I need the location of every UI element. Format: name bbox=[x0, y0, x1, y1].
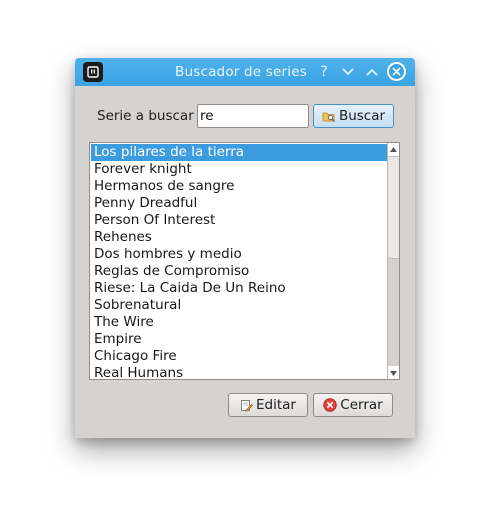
cancel-icon bbox=[323, 398, 337, 412]
list-item[interactable]: Person Of Interest bbox=[91, 212, 388, 229]
list-item[interactable]: Sobrenatural bbox=[91, 297, 388, 314]
list-item[interactable]: Hermanos de sangre bbox=[91, 178, 388, 195]
scroll-track[interactable] bbox=[388, 259, 399, 366]
scroll-up-icon[interactable] bbox=[388, 143, 399, 155]
list-item[interactable]: Real Humans bbox=[91, 365, 388, 379]
edit-button-label: Editar bbox=[256, 397, 296, 413]
list-item[interactable]: Dos hombres y medio bbox=[91, 246, 388, 263]
window-title: Buscador de series bbox=[175, 64, 307, 80]
search-button[interactable]: Buscar bbox=[313, 104, 394, 128]
minimize-icon[interactable] bbox=[338, 62, 358, 82]
list-scrollbar[interactable] bbox=[387, 143, 399, 379]
list-item[interactable]: Empire bbox=[91, 331, 388, 348]
search-label: Serie a buscar bbox=[97, 108, 194, 124]
list-item[interactable]: Riese: La Caida De Un Reino bbox=[91, 280, 388, 297]
series-list[interactable]: Los pilares de la tierra Forever knight He… bbox=[89, 142, 400, 380]
list-item[interactable]: Forever knight bbox=[91, 161, 388, 178]
maximize-icon[interactable] bbox=[362, 62, 382, 82]
help-glyph: ? bbox=[320, 64, 328, 80]
search-input[interactable]: re bbox=[197, 104, 309, 128]
help-icon[interactable]: ? bbox=[314, 62, 334, 82]
series-list-items: Los pilares de la tierra Forever knight He… bbox=[91, 144, 388, 379]
close-icon[interactable] bbox=[387, 62, 406, 81]
list-item[interactable]: Rehenes bbox=[91, 229, 388, 246]
app-icon bbox=[83, 62, 103, 82]
scroll-thumb[interactable] bbox=[388, 156, 399, 259]
folder-search-icon bbox=[322, 112, 335, 122]
search-input-value: re bbox=[200, 108, 214, 124]
title-bar[interactable]: Buscador de series ? bbox=[75, 58, 415, 86]
edit-button[interactable]: Editar bbox=[228, 393, 308, 417]
search-dialog: Buscador de series ? Serie a buscar re B… bbox=[75, 58, 415, 438]
list-item[interactable]: The Wire bbox=[91, 314, 388, 331]
list-item[interactable]: Los pilares de la tierra bbox=[91, 144, 388, 161]
search-button-label: Buscar bbox=[338, 108, 386, 124]
list-item[interactable]: Reglas de Compromiso bbox=[91, 263, 388, 280]
edit-icon bbox=[241, 399, 253, 412]
close-button[interactable]: Cerrar bbox=[313, 393, 393, 417]
list-item[interactable]: Chicago Fire bbox=[91, 348, 388, 365]
close-button-label: Cerrar bbox=[340, 397, 383, 413]
list-item[interactable]: Penny Dreadful bbox=[91, 195, 388, 212]
scroll-down-icon[interactable] bbox=[388, 367, 399, 379]
